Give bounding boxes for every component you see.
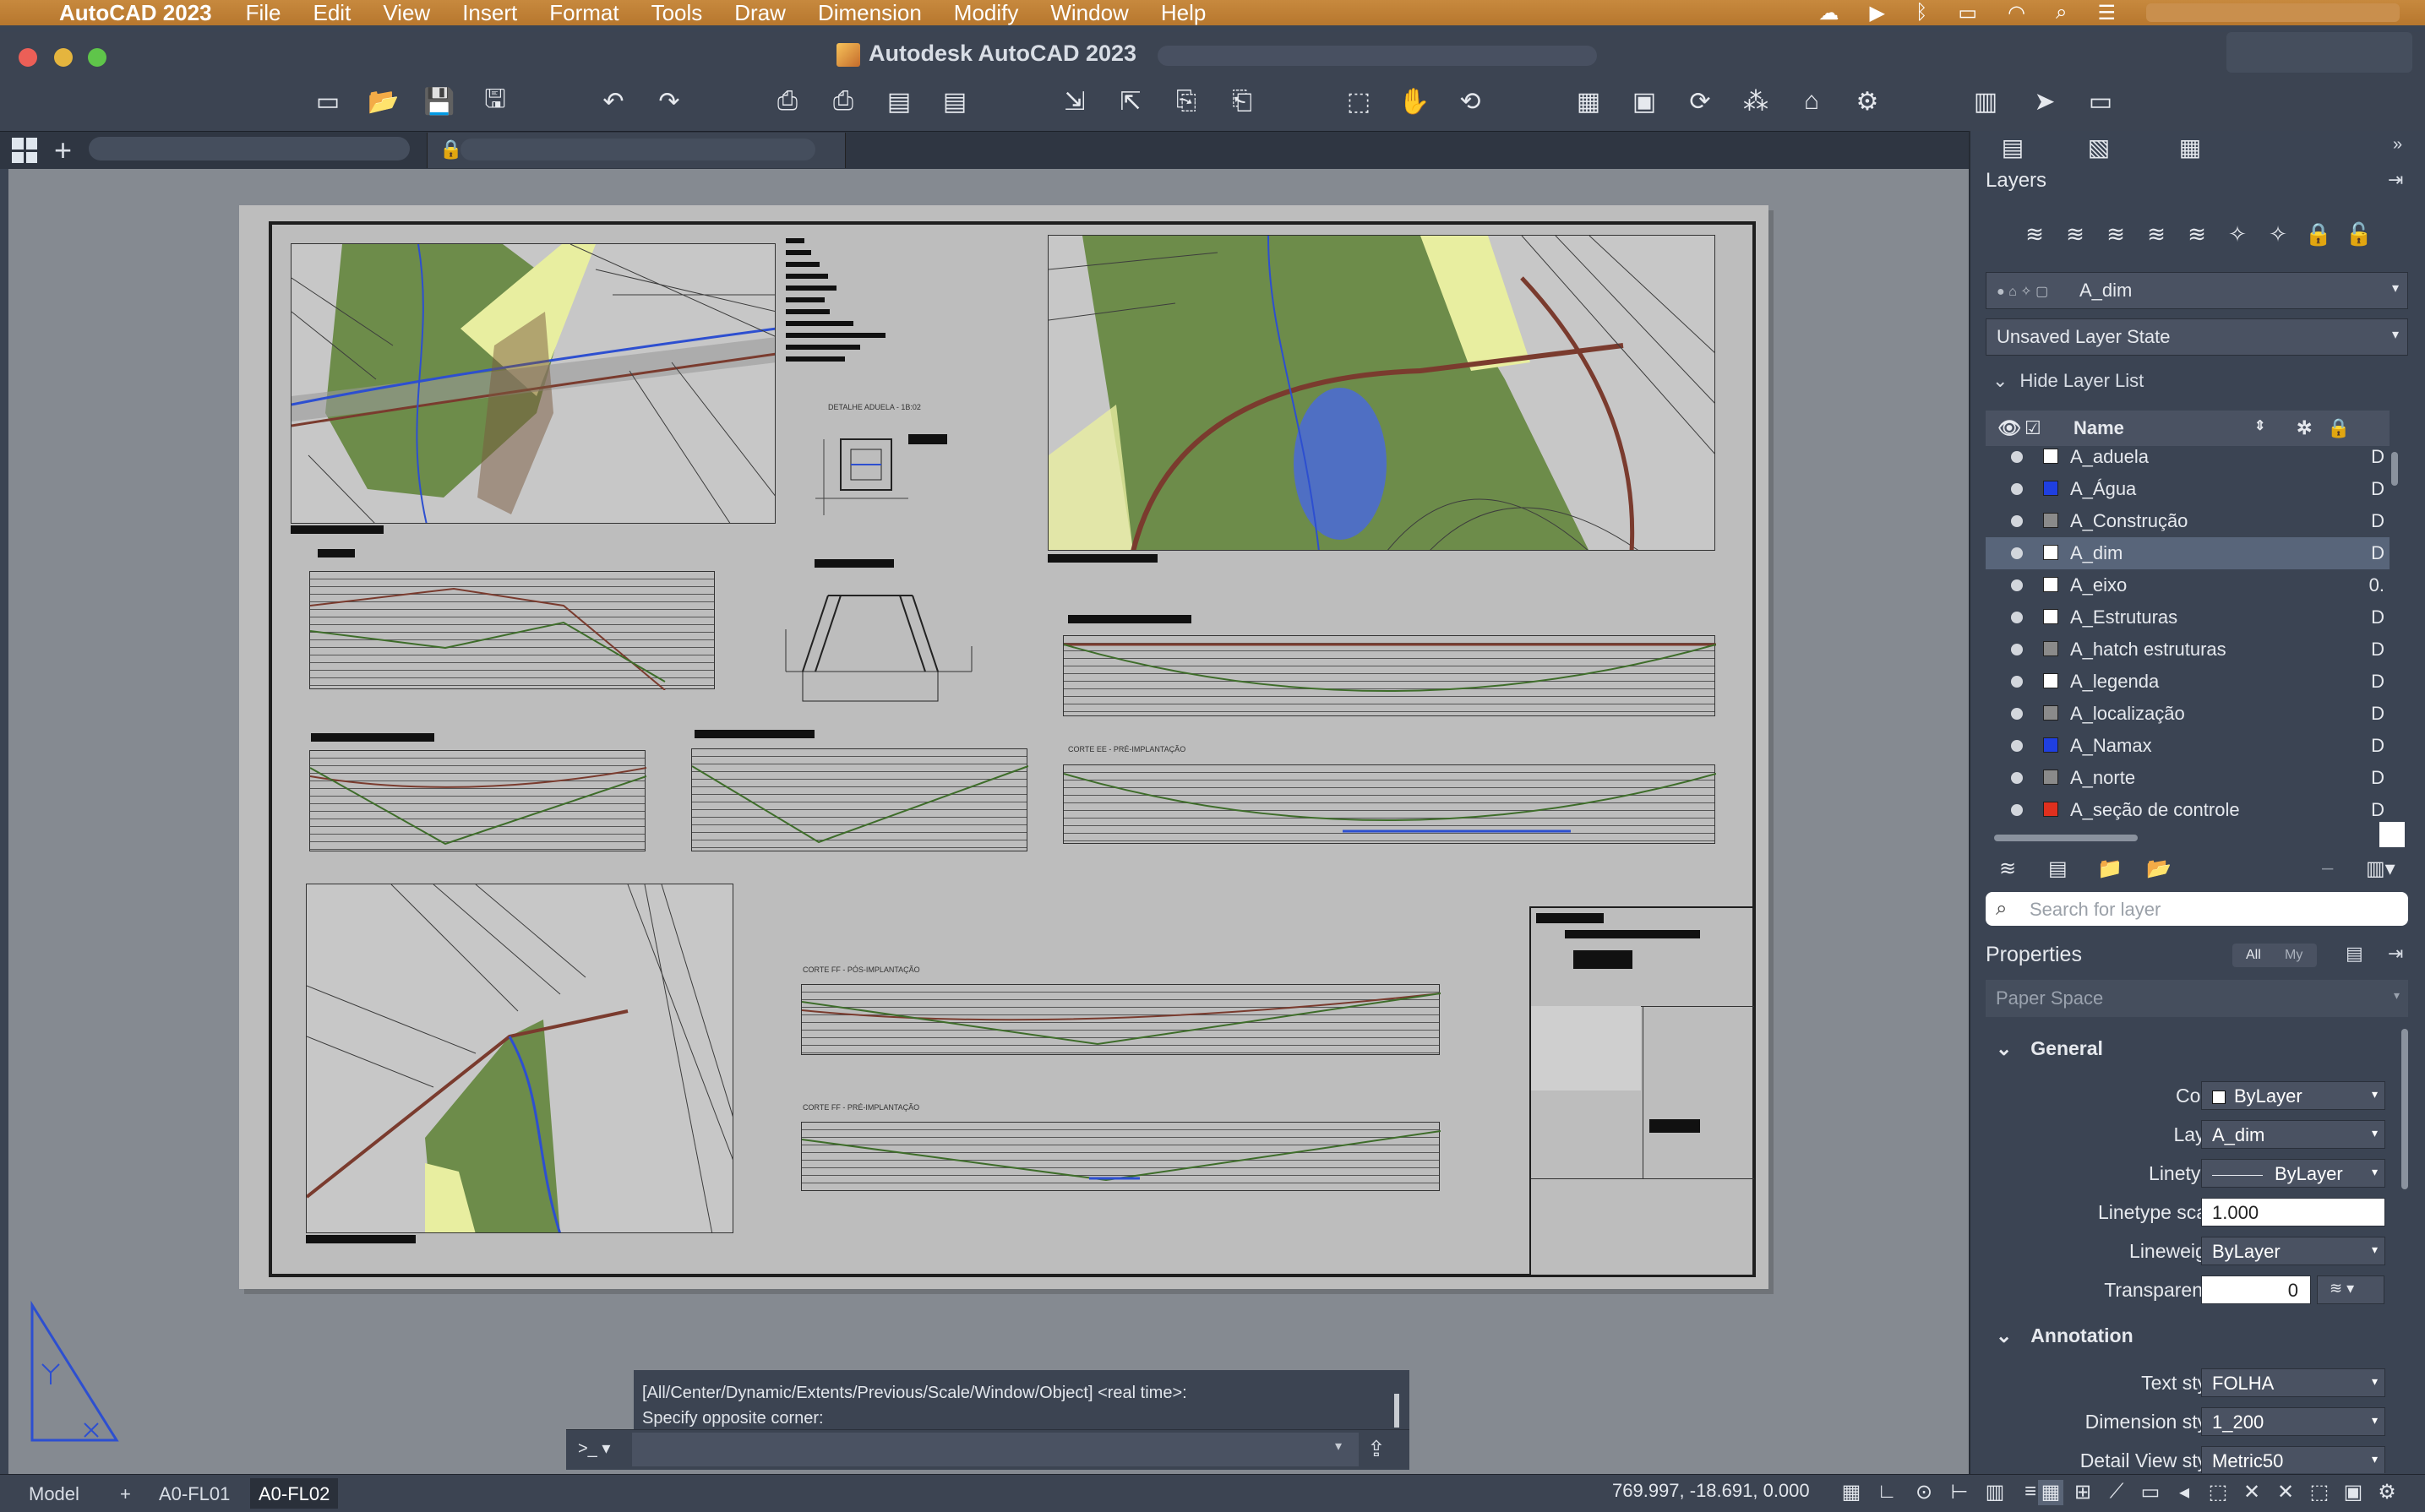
snap-icon[interactable]: ⊞ — [2070, 1480, 2095, 1505]
tab-a0-fl01[interactable]: A0-FL01 — [150, 1478, 238, 1509]
property-value-text: 1_200 — [2212, 1411, 2264, 1433]
property-value[interactable]: 1_200 ▾ — [2201, 1407, 2385, 1436]
coordinates-readout[interactable]: 769.997, -18.691, 0.000 — [1612, 1480, 1810, 1502]
prev-arrow-icon[interactable]: ◂ — [2172, 1480, 2197, 1505]
customization-icon[interactable]: ⚙ — [2374, 1480, 2400, 1505]
property-value[interactable]: Metric50 ▾ — [2201, 1446, 2385, 1473]
annotation-scale-icon[interactable]: ⟋ — [2104, 1480, 2129, 1505]
annotation-visibility-icon[interactable]: ✕ — [2239, 1480, 2264, 1505]
auto-scale-icon[interactable]: ✕ — [2273, 1480, 2298, 1505]
property-label: Dimension style — [2084, 1411, 2222, 1433]
property-label: Text style — [2141, 1372, 2222, 1394]
property-label: Detail View style — [2079, 1449, 2222, 1471]
tab-model[interactable]: Model — [20, 1478, 88, 1509]
zoom-extents-icon[interactable]: ⬚ — [2205, 1480, 2231, 1505]
isodraft-icon[interactable]: ⊢ — [1947, 1480, 1972, 1505]
workspace-icon[interactable]: ⬚ — [2307, 1480, 2332, 1505]
add-layout-icon[interactable]: + — [112, 1478, 139, 1509]
grid-icon[interactable]: ▦ — [2038, 1480, 2063, 1505]
polar-icon[interactable]: ⊙ — [1911, 1480, 1937, 1505]
chevron-down-icon: ▾ — [2371, 1452, 2378, 1466]
annotation-properties: Text style FOLHA ▾ Dimension style 1_200 ▾ Det… — [0, 0, 2425, 1473]
model-space-icon[interactable]: ▦ — [1839, 1480, 1864, 1505]
chevron-down-icon: ▾ — [2371, 1413, 2378, 1427]
object-snap-icon[interactable]: ▥ — [1982, 1480, 2008, 1505]
property-value-text: Metric50 — [2212, 1450, 2284, 1471]
property-value-text: FOLHA — [2212, 1373, 2275, 1394]
clean-screen-icon[interactable]: ▣ — [2341, 1480, 2366, 1505]
chevron-down-icon: ▾ — [2371, 1374, 2378, 1388]
ortho-icon[interactable]: ∟ — [1874, 1480, 1899, 1505]
properties-scrollbar[interactable] — [2401, 1029, 2408, 1189]
viewport-icon[interactable]: ▭ — [2138, 1480, 2163, 1505]
tab-a0-fl02[interactable]: A0-FL02 — [250, 1478, 339, 1509]
property-value[interactable]: FOLHA ▾ — [2201, 1368, 2385, 1397]
